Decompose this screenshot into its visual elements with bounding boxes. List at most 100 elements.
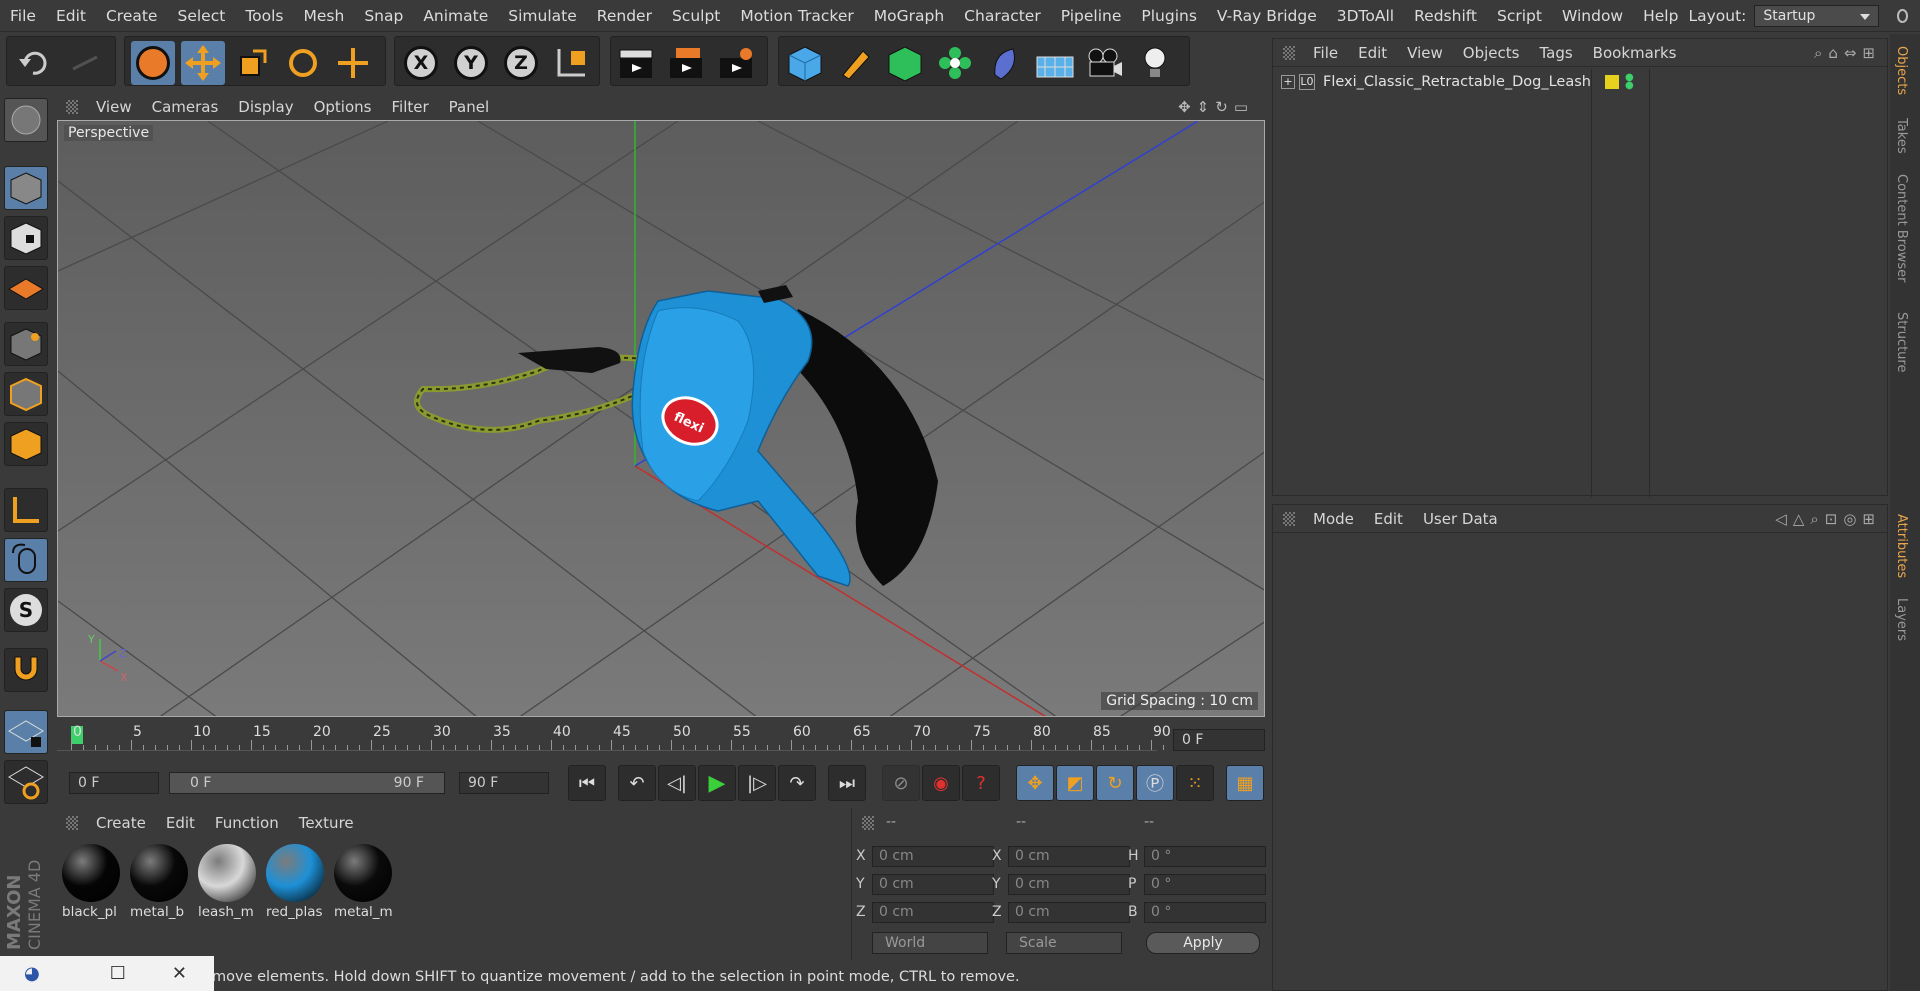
panel-grip-icon[interactable] [66,100,78,114]
menu-create[interactable]: Create [96,0,168,32]
material-menu-texture[interactable]: Texture [289,814,364,832]
menu-script[interactable]: Script [1487,0,1552,32]
texture-mode-button[interactable] [4,216,48,260]
perspective-viewport[interactable]: flexi Y Z X Perspective Grid Spacing : 1… [57,120,1265,717]
panel-grip-icon[interactable] [1283,45,1295,60]
timeline-ruler[interactable]: 0 5 10 15 20 25 30 35 40 45 50 55 60 65 70 75 80 85 90 [57,720,1265,758]
coordinate-space-dropdown[interactable]: World [872,932,988,954]
visibility-dots-icon[interactable]: ● ● [1625,73,1634,91]
preview-range-slider[interactable]: 0 F 90 F [169,772,445,794]
add-light-button[interactable] [1133,41,1177,85]
menu-vray-bridge[interactable]: V-Ray Bridge [1207,0,1327,32]
size-z-field[interactable]: 0 cm [1008,902,1130,923]
tab-takes[interactable]: Takes [1894,118,1909,154]
object-row[interactable]: + L0 Flexi_Classic_Retractable_Dog_Leash… [1281,71,1634,93]
next-keyframe-button[interactable]: ↷ [778,765,816,801]
material-menu-create[interactable]: Create [86,814,156,832]
menu-character[interactable]: Character [954,0,1051,32]
attributes-menu-edit[interactable]: Edit [1364,510,1413,528]
material-swatch[interactable]: red_plas [264,842,326,922]
menu-animate[interactable]: Animate [413,0,498,32]
edges-mode-button[interactable] [4,372,48,416]
menu-plugins[interactable]: Plugins [1131,0,1207,32]
tab-content-browser[interactable]: Content Browser [1894,174,1909,283]
max-time-field[interactable]: 90 F [459,772,549,794]
move-tool-button[interactable] [181,41,225,85]
objects-menu-edit[interactable]: Edit [1348,44,1397,62]
add-cloner-button[interactable] [933,41,977,85]
render-settings-button[interactable] [715,41,759,85]
search-icon[interactable] [1897,8,1908,23]
current-frame-field[interactable]: 0 F [1173,729,1265,751]
rotate-tool-button[interactable] [281,41,325,85]
add-spline-pen-button[interactable] [833,41,877,85]
add-floor-button[interactable] [1033,41,1077,85]
x-axis-lock-button[interactable]: X [399,41,443,85]
material-swatch[interactable]: metal_b [128,842,190,922]
material-menu-edit[interactable]: Edit [156,814,205,832]
min-time-field[interactable]: 0 F [69,772,159,794]
menu-select[interactable]: Select [167,0,235,32]
viewport-nav-icons[interactable]: ✥⇕↻▭ [1178,98,1254,116]
size-mode-dropdown[interactable]: Scale [1006,932,1122,954]
viewport-camera-label[interactable]: Perspective [64,125,154,141]
coordinate-system-button[interactable] [549,41,593,85]
material-swatch[interactable]: black_pl [60,842,122,922]
render-picture-viewer-button[interactable] [665,41,709,85]
close-icon[interactable]: ✕ [172,963,187,984]
play-forward-button[interactable]: ▶ [698,765,736,801]
size-x-field[interactable]: 0 cm [1008,846,1130,867]
position-z-field[interactable]: 0 cm [872,902,994,923]
autokeying-button[interactable]: ? [962,765,1000,801]
record-rotation-button[interactable]: ↻ [1096,765,1134,801]
layout-dropdown[interactable]: Startup [1754,4,1880,27]
objects-menu-objects[interactable]: Objects [1453,44,1530,62]
objects-menu-view[interactable]: View [1397,44,1453,62]
add-subdivision-button[interactable] [883,41,927,85]
expand-icon[interactable]: + [1281,75,1295,89]
points-mode-button[interactable] [4,322,48,366]
menu-redshift[interactable]: Redshift [1404,0,1487,32]
snap-button[interactable] [4,648,48,692]
redo-button[interactable] [63,41,107,85]
timeline-button[interactable]: ▦ [1226,765,1264,801]
go-to-start-button[interactable]: ⏮ [568,765,606,801]
model-mode-button[interactable] [4,166,48,210]
attributes-menu-mode[interactable]: Mode [1303,510,1364,528]
material-menu-function[interactable]: Function [205,814,289,832]
z-axis-lock-button[interactable]: Z [499,41,543,85]
menu-edit[interactable]: Edit [46,0,96,32]
menu-mograph[interactable]: MoGraph [864,0,954,32]
menu-sculpt[interactable]: Sculpt [662,0,730,32]
viewport-menu-filter[interactable]: Filter [381,98,438,116]
record-parameter-button[interactable]: Ⓟ [1136,765,1174,801]
maximize-icon[interactable]: ☐ [110,963,126,984]
viewport-menu-panel[interactable]: Panel [439,98,499,116]
position-x-field[interactable]: 0 cm [872,846,994,867]
menu-3dtoall[interactable]: 3DToAll [1327,0,1404,32]
live-select-button[interactable] [131,41,175,85]
next-frame-button[interactable]: |▷ [738,765,776,801]
workplane-lock-button[interactable] [4,710,48,754]
objects-menu-file[interactable]: File [1303,44,1348,62]
app-icon[interactable]: ◕ [24,963,40,984]
planar-workplane-button[interactable] [4,760,48,804]
apply-button[interactable]: Apply [1146,932,1260,954]
record-active-objects-button[interactable]: ◉ [922,765,960,801]
axis-mode-button[interactable] [4,488,48,532]
tab-layers[interactable]: Layers [1894,598,1909,641]
position-y-field[interactable]: 0 cm [872,874,994,895]
menu-render[interactable]: Render [587,0,662,32]
panel-grip-icon[interactable] [862,816,874,830]
transform-tool-button[interactable] [331,41,375,85]
menu-tools[interactable]: Tools [235,0,293,32]
add-camera-button[interactable] [1083,41,1127,85]
record-position-button[interactable]: ✥ [1016,765,1054,801]
tweak-mode-button[interactable] [4,538,48,582]
rotation-h-field[interactable]: 0 ° [1144,846,1266,867]
scale-tool-button[interactable] [231,41,275,85]
material-tag-icon[interactable] [1604,75,1619,89]
menu-file[interactable]: File [0,0,46,32]
viewport-menu-options[interactable]: Options [304,98,382,116]
object-name[interactable]: Flexi_Classic_Retractable_Dog_Leash [1323,74,1591,90]
